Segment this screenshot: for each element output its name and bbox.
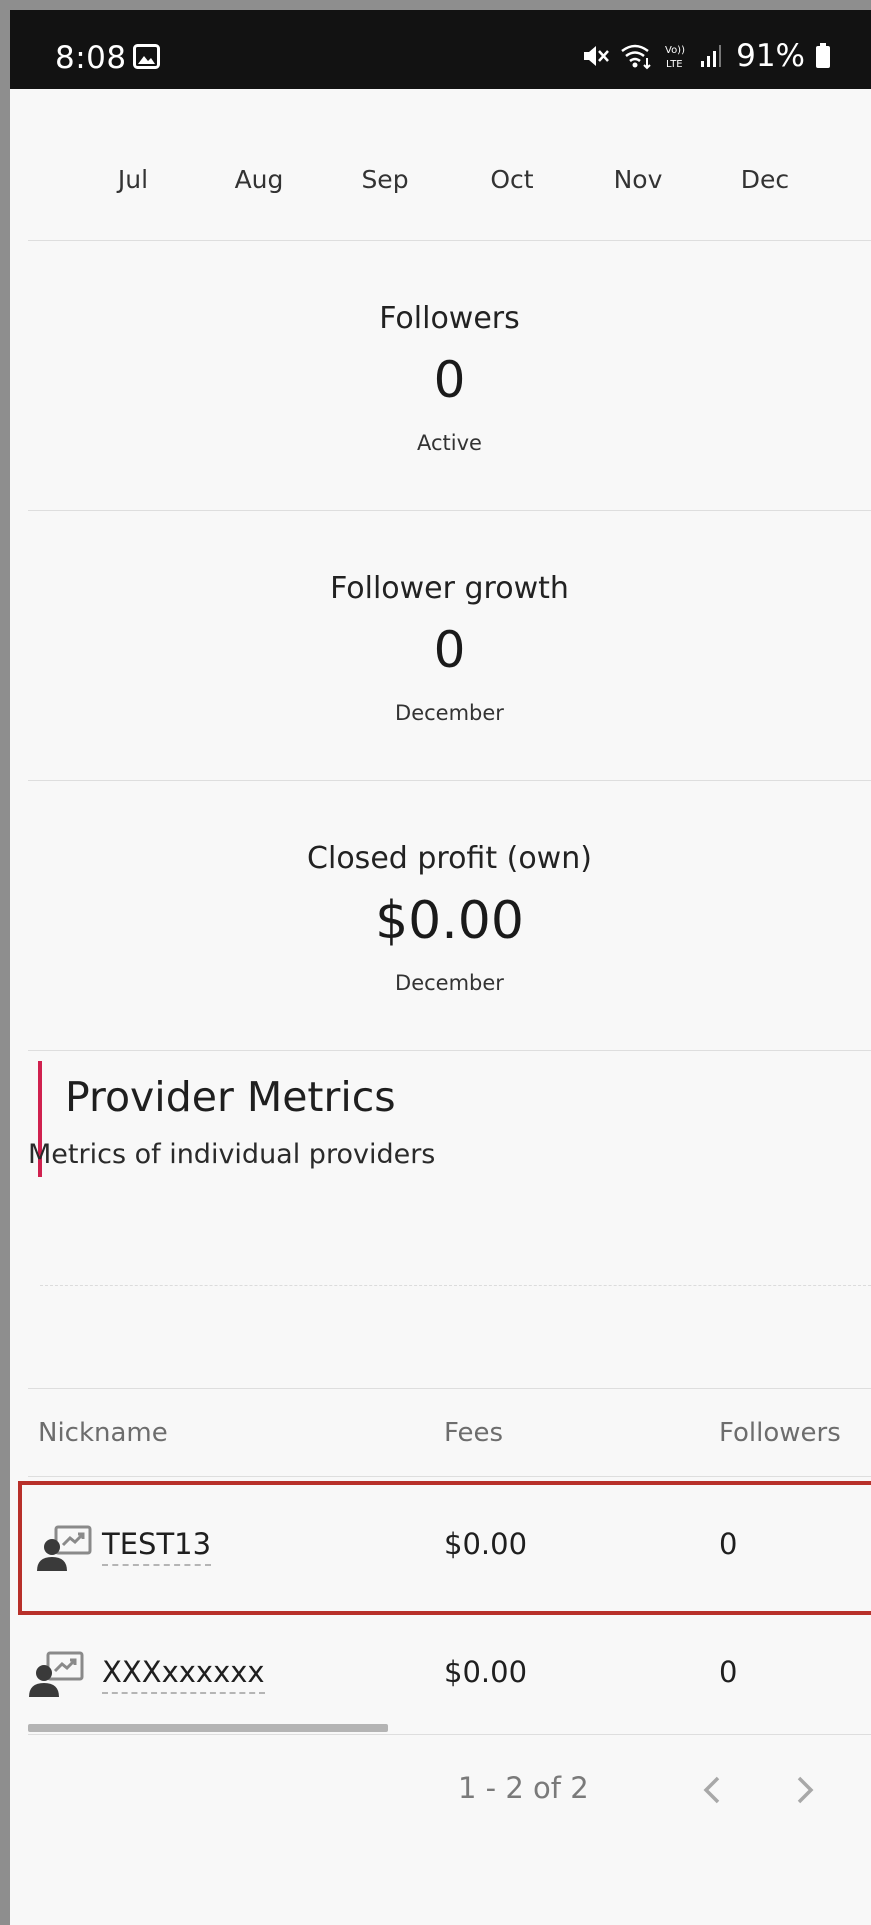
month-label: Dec [740,165,790,194]
table-row[interactable]: XXXxxxxxx $0.00 0 [28,1611,871,1737]
provider-fees: $0.00 [444,1655,528,1689]
wifi-icon [621,44,651,70]
signal-icon [701,45,722,67]
status-bar: 8:08 Vo)) LTE 91% [10,10,871,89]
battery-percent: 91% [736,38,805,74]
provider-fees: $0.00 [444,1527,528,1561]
phone-screen: 8:08 Vo)) LTE 91% Jul Aug Sep Oct Nov De… [10,10,871,1925]
column-header-followers[interactable]: Followers [719,1418,841,1448]
mute-icon [584,46,610,66]
provider-followers: 0 [719,1655,738,1689]
volte-icon: Vo)) LTE [665,45,685,70]
table-row[interactable]: TEST13 $0.00 0 [18,1481,871,1615]
section-subtitle: Metrics of individual providers [28,1139,436,1170]
month-label: Nov [613,165,663,194]
stat-value: 0 [433,351,466,409]
month-label: Aug [234,165,284,194]
pagination-range: 1 - 2 of 2 [458,1771,589,1805]
stat-sub: December [395,971,504,995]
provider-account-icon [37,1525,92,1571]
month-axis: Jul Aug Sep Oct Nov Dec [28,89,871,241]
column-header-nickname[interactable]: Nickname [38,1418,168,1448]
month-label: Oct [490,165,534,194]
divider [28,1734,871,1735]
month-label: Jul [117,165,149,194]
gallery-icon [133,44,160,69]
followers-stat: Followers 0 Active [28,241,871,511]
previous-page-button[interactable] [693,1770,733,1810]
dashed-divider [40,1285,871,1286]
stat-sub: December [395,701,504,725]
svg-text:LTE: LTE [666,59,683,70]
stat-label: Follower growth [330,571,569,606]
column-header-fees[interactable]: Fees [444,1418,503,1448]
stat-label: Closed profit (own) [307,841,592,876]
next-page-button[interactable] [784,1770,824,1810]
stat-label: Followers [379,301,520,336]
svg-text:Vo)): Vo)) [665,45,685,56]
month-label: Sep [361,165,409,194]
provider-nickname-link[interactable]: XXXxxxxxx [102,1655,265,1694]
closed-profit-stat: Closed profit (own) $0.00 December [28,781,871,1051]
provider-nickname-link[interactable]: TEST13 [102,1527,212,1566]
status-time: 8:08 [55,40,127,76]
provider-followers: 0 [719,1527,738,1561]
divider [28,1388,871,1389]
stat-value: $0.00 [375,891,524,951]
battery-icon [816,43,830,68]
stat-sub: Active [417,431,482,455]
horizontal-scrollbar[interactable] [28,1724,388,1732]
provider-account-icon [29,1651,84,1697]
section-title: Provider Metrics [65,1073,396,1121]
divider [28,1476,871,1477]
status-icons: Vo)) LTE 91% [582,38,831,74]
follower-growth-stat: Follower growth 0 December [28,511,871,781]
stat-value: 0 [433,621,466,679]
